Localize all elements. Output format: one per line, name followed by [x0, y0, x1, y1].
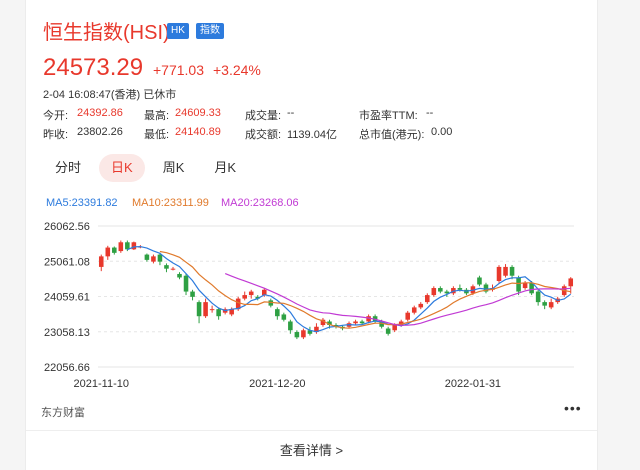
candle-body [535, 291, 541, 303]
ma10-line [159, 250, 571, 329]
candle-body [548, 302, 554, 308]
open-label: 今开: [43, 110, 69, 122]
y-tick-label: 23058.13 [44, 327, 90, 339]
candle-body [112, 247, 117, 253]
candle-body [353, 321, 358, 324]
tab-intraday[interactable]: 分时 [43, 154, 93, 182]
x-tick-label: 2022-01-31 [445, 378, 501, 390]
candlestick-chart[interactable]: 26062.56 25061.08 24059.61 23058.13 22056.66… [26, 215, 597, 395]
x-tick-label: 2021-12-20 [249, 378, 305, 390]
type-badge: 指数 [196, 23, 224, 39]
candle-body [405, 312, 411, 320]
candle-body [196, 302, 202, 317]
candle-body [190, 291, 195, 297]
candle-body [438, 288, 443, 292]
index-title[interactable]: 恒生指数(HSI) [43, 16, 170, 45]
pe-value: -- [426, 107, 434, 119]
high-label: 最高: [144, 110, 170, 122]
y-tick-label: 22056.66 [44, 362, 90, 374]
timestamp: 2-04 16:08:47(香港) 已休市 [43, 89, 177, 101]
candle-body [359, 321, 365, 324]
candle-body [183, 275, 189, 292]
market-cap-label: 总市值(港元): [359, 129, 425, 141]
candle-body [177, 273, 182, 278]
candle-body [118, 242, 124, 252]
candle-body [418, 303, 424, 308]
y-tick-label: 26062.56 [44, 221, 90, 233]
candle-body [288, 321, 293, 331]
stock-card: 恒生指数(HSI) HK 指数 24573.29 +771.03 +3.24% … [25, 0, 598, 470]
tab-weekly-k[interactable]: 周K [151, 154, 197, 182]
candle-body [509, 266, 515, 276]
candle-body [209, 309, 215, 311]
candle-body [392, 324, 397, 331]
volume-label: 成交量: [245, 110, 282, 122]
low-label: 最低: [144, 129, 170, 141]
price-change: +771.03 [153, 62, 204, 78]
candle-body [301, 330, 306, 338]
price-change-pct: +3.24% [213, 62, 261, 78]
pe-label: 市盈率TTM: [359, 110, 418, 122]
candle-body [248, 291, 254, 296]
candle-body [131, 242, 137, 250]
ma10-label: MA10:23311.99 [132, 197, 209, 209]
market-cap-value: 0.00 [431, 126, 453, 138]
candle-body [164, 265, 169, 269]
volume-value: -- [287, 107, 295, 119]
market-badge: HK [167, 23, 189, 39]
low-value: 24140.89 [175, 126, 221, 138]
candle-body [477, 277, 482, 285]
prev-close-label: 昨收: [43, 129, 69, 141]
candle-body [98, 256, 104, 267]
candle-body [503, 266, 508, 276]
candle-body [105, 247, 111, 257]
open-value: 24392.86 [77, 107, 123, 119]
view-details-link[interactable]: 查看详情 > [26, 440, 597, 459]
tab-daily-k[interactable]: 日K [99, 154, 145, 182]
divider [26, 430, 597, 431]
candle-body [157, 254, 163, 262]
y-tick-label: 25061.08 [44, 256, 90, 268]
candle-body [170, 268, 176, 270]
amount-value: 1139.04亿 [287, 129, 337, 141]
candle-body [516, 277, 521, 292]
candle-body [431, 288, 437, 296]
candle-body [496, 266, 502, 281]
candle-body [275, 309, 280, 317]
prev-close-value: 23802.26 [77, 126, 123, 138]
candle-body [242, 295, 247, 299]
candle-body [457, 288, 463, 290]
ma5-label: MA5:23391.82 [46, 197, 118, 209]
amount-label: 成交额: [245, 129, 282, 141]
ma20-label: MA20:23268.06 [221, 197, 299, 209]
candle-body [294, 332, 300, 338]
tab-monthly-k[interactable]: 月K [202, 154, 248, 182]
ma5-line [127, 245, 572, 333]
candle-body [125, 242, 130, 250]
candle-body [281, 314, 287, 320]
candle-body [425, 295, 430, 303]
high-value: 24609.33 [175, 107, 221, 119]
period-tabs: 分时 日K 周K 月K [43, 154, 254, 182]
candle-body [411, 307, 417, 313]
candle-body [144, 254, 150, 260]
data-source: 东方财富 [41, 407, 85, 419]
candle-body [203, 302, 208, 317]
candle-body [216, 309, 221, 317]
candle-body [151, 256, 156, 262]
x-tick-label: 2021-11-10 [74, 378, 129, 390]
ellipsis-icon[interactable]: ••• [564, 400, 582, 416]
current-price: 24573.29 [43, 54, 144, 81]
candle-body [568, 278, 574, 287]
candle-body [385, 328, 391, 334]
y-tick-label: 24059.61 [44, 292, 90, 304]
candle-body [542, 302, 547, 306]
